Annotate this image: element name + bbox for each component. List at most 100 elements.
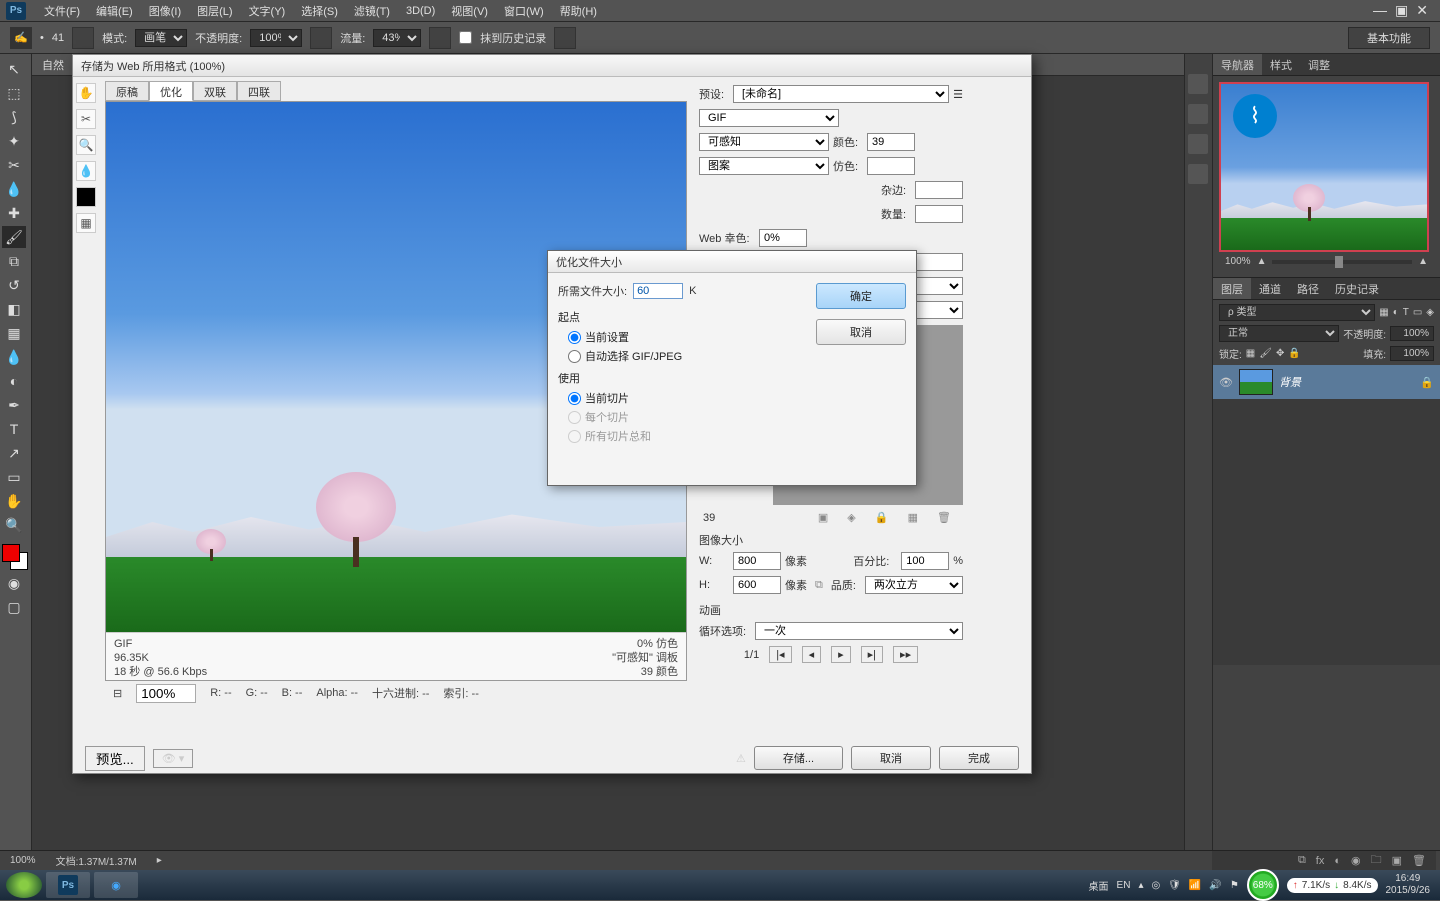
tab-layers[interactable]: 图层: [1213, 278, 1251, 299]
type-tool-icon[interactable]: T: [2, 418, 26, 440]
dither-type-select[interactable]: 图案: [699, 157, 829, 175]
lossy-input[interactable]: [915, 253, 963, 271]
history-brush-icon[interactable]: ↺: [2, 274, 26, 296]
brush-size-value[interactable]: 41: [52, 32, 64, 44]
cancel-button[interactable]: 取消: [851, 746, 931, 770]
shape-tool-icon[interactable]: ▭: [2, 466, 26, 488]
zoom-select[interactable]: [136, 684, 196, 703]
format-select[interactable]: GIF: [699, 109, 839, 127]
dither-input[interactable]: [867, 157, 915, 175]
tab-adjustments[interactable]: 调整: [1300, 54, 1338, 75]
done-button[interactable]: 完成: [939, 746, 1019, 770]
heal-tool-icon[interactable]: ✚: [2, 202, 26, 224]
preset-select[interactable]: [未命名]: [733, 85, 949, 103]
tray-icon[interactable]: ▴: [1138, 880, 1143, 891]
menu-view[interactable]: 视图(V): [443, 0, 496, 22]
prev-frame-icon[interactable]: ◂: [802, 646, 822, 663]
radio-current-slice[interactable]: 当前切片: [568, 390, 804, 406]
tray-network-icon[interactable]: 📶: [1189, 880, 1201, 891]
brush-panel-icon[interactable]: [72, 27, 94, 49]
tray-clock[interactable]: 16:49 2015/9/26: [1386, 873, 1435, 897]
gradient-tool-icon[interactable]: ▦: [2, 322, 26, 344]
start-button[interactable]: [6, 872, 42, 898]
ok-button[interactable]: 确定: [816, 283, 906, 309]
lock-position-icon[interactable]: ✥: [1276, 348, 1284, 359]
brush-tool-icon[interactable]: 🖌: [2, 226, 26, 248]
filesize-input[interactable]: [633, 283, 683, 299]
tab-navigator[interactable]: 导航器: [1213, 54, 1262, 75]
zoom-tool-icon[interactable]: 🔍: [2, 514, 26, 536]
menu-filter[interactable]: 滤镜(T): [346, 0, 398, 22]
menu-help[interactable]: 帮助(H): [552, 0, 605, 22]
filter-type-icon[interactable]: T: [1403, 307, 1409, 318]
history-checkbox[interactable]: [459, 31, 472, 44]
color-swatches[interactable]: [2, 544, 28, 570]
taskbar-app-ps[interactable]: Ps: [46, 872, 90, 898]
menu-layer[interactable]: 图层(L): [189, 0, 240, 22]
tab-history[interactable]: 历史记录: [1327, 278, 1387, 299]
tab-optimized[interactable]: 优化: [149, 81, 193, 101]
tab-channels[interactable]: 通道: [1251, 278, 1289, 299]
eyedropper-tool-icon[interactable]: 💧: [76, 161, 96, 181]
zoom-slider[interactable]: [1272, 260, 1412, 264]
lock-pixels-icon[interactable]: 🖌: [1259, 348, 1272, 359]
dodge-tool-icon[interactable]: ◐: [2, 370, 26, 392]
tray-lang[interactable]: EN: [1117, 880, 1131, 891]
layer-name[interactable]: 背景: [1279, 374, 1301, 390]
play-icon[interactable]: ▸: [831, 646, 851, 663]
last-frame-icon[interactable]: ▸▸: [893, 646, 918, 663]
loop-select[interactable]: 一次: [755, 622, 963, 640]
radio-auto-select[interactable]: 自动选择 GIF/JPEG: [568, 348, 804, 364]
slice-tool-icon[interactable]: ✂: [76, 109, 96, 129]
brush-tool-icon[interactable]: ✍: [10, 27, 32, 49]
lock-icon[interactable]: 🔒: [1420, 376, 1434, 389]
tab-2up[interactable]: 双联: [193, 81, 237, 101]
close-icon[interactable]: ✕: [1416, 2, 1428, 19]
navigator-thumbnail[interactable]: ⌇: [1219, 82, 1429, 252]
path-tool-icon[interactable]: ↗: [2, 442, 26, 464]
quality-select[interactable]: 两次立方: [865, 576, 963, 594]
tab-styles[interactable]: 样式: [1262, 54, 1300, 75]
status-arrow-icon[interactable]: ▸: [157, 855, 162, 866]
filter-pixel-icon[interactable]: ▦: [1379, 307, 1388, 318]
lock-transparent-icon[interactable]: ▦: [1246, 348, 1255, 359]
filter-shape-icon[interactable]: ▭: [1413, 307, 1422, 318]
tray-volume-icon[interactable]: 🔊: [1209, 880, 1221, 891]
zoom-in-icon[interactable]: ▲: [1418, 256, 1428, 267]
blur-tool-icon[interactable]: 💧: [2, 346, 26, 368]
preview-button[interactable]: 预览...: [85, 746, 145, 771]
pressure-opacity-icon[interactable]: [310, 27, 332, 49]
cancel-button[interactable]: 取消: [816, 319, 906, 345]
adjustment-icon[interactable]: ◉: [1351, 854, 1361, 867]
radio-current-settings[interactable]: 当前设置: [568, 329, 804, 345]
menu-select[interactable]: 选择(S): [293, 0, 346, 22]
hand-tool-icon[interactable]: ✋: [2, 490, 26, 512]
lock-all-icon[interactable]: 🔒: [1288, 348, 1300, 359]
link-icon[interactable]: ⧉: [815, 579, 823, 592]
link-layers-icon[interactable]: ⧉: [1298, 854, 1306, 867]
layer-filter-select[interactable]: ρ 类型: [1219, 304, 1375, 321]
percent-badge[interactable]: 68%: [1247, 869, 1279, 901]
menu-3d[interactable]: 3D(D): [398, 2, 443, 20]
fx-icon[interactable]: fx: [1316, 855, 1325, 867]
eyedropper-tool-icon[interactable]: 💧: [2, 178, 26, 200]
menu-edit[interactable]: 编辑(E): [88, 0, 141, 22]
blend-mode-select[interactable]: 正常: [1219, 325, 1339, 342]
stamp-tool-icon[interactable]: ⧉: [2, 250, 26, 272]
reduction-select[interactable]: 可感知: [699, 133, 829, 151]
matte-input[interactable]: [915, 181, 963, 199]
opacity-select[interactable]: 100%: [250, 29, 302, 47]
tab-paths[interactable]: 路径: [1289, 278, 1327, 299]
quickmask-icon[interactable]: ◉: [2, 572, 26, 594]
mode-select[interactable]: 画笔: [135, 29, 187, 47]
amount-input[interactable]: [915, 205, 963, 223]
hand-tool-icon[interactable]: ✋: [76, 83, 96, 103]
websnap-input[interactable]: [759, 229, 807, 247]
save-button[interactable]: 存储...: [754, 746, 843, 770]
pressure-size-icon[interactable]: [554, 27, 576, 49]
flow-select[interactable]: 43%: [373, 29, 421, 47]
tab-original[interactable]: 原稿: [105, 81, 149, 101]
pen-tool-icon[interactable]: ✒: [2, 394, 26, 416]
mini-panel-icon[interactable]: [1188, 104, 1208, 124]
filter-smart-icon[interactable]: ◈: [1426, 307, 1434, 318]
